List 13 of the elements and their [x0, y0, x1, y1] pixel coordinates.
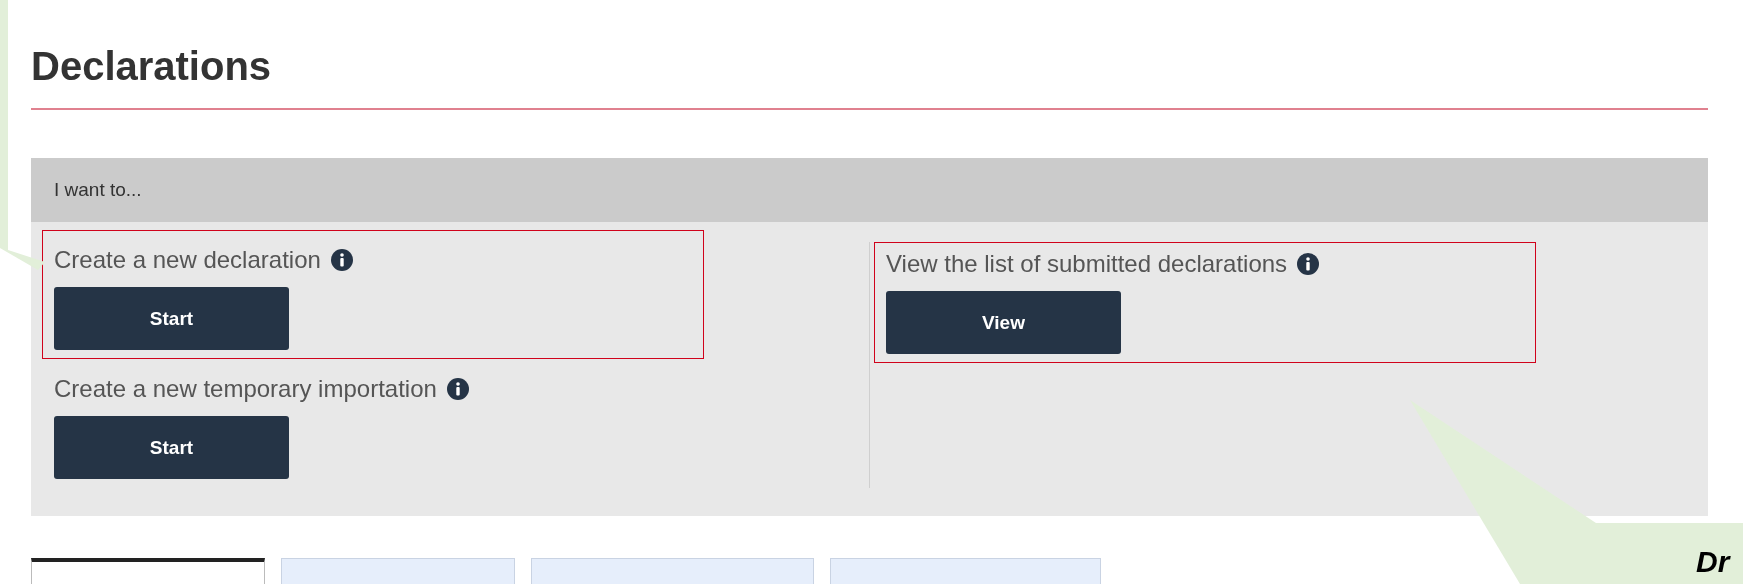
info-icon: [330, 249, 353, 271]
option-label: View the list of submitted declarations: [886, 249, 1288, 279]
option-label: Create a new declaration: [54, 245, 321, 275]
action-button[interactable]: Start: [54, 416, 289, 479]
action-button[interactable]: View: [886, 291, 1121, 354]
info-icon: [446, 378, 469, 400]
info-icon: [1297, 253, 1320, 275]
page-title: Declarations: [31, 38, 1708, 110]
action-button[interactable]: Start: [54, 287, 289, 350]
callout-text: Dr: [1696, 545, 1730, 579]
panel-header: I want to...: [31, 158, 1708, 222]
tab[interactable]: [31, 558, 265, 584]
option-label: Create a new temporary importation: [54, 374, 437, 404]
